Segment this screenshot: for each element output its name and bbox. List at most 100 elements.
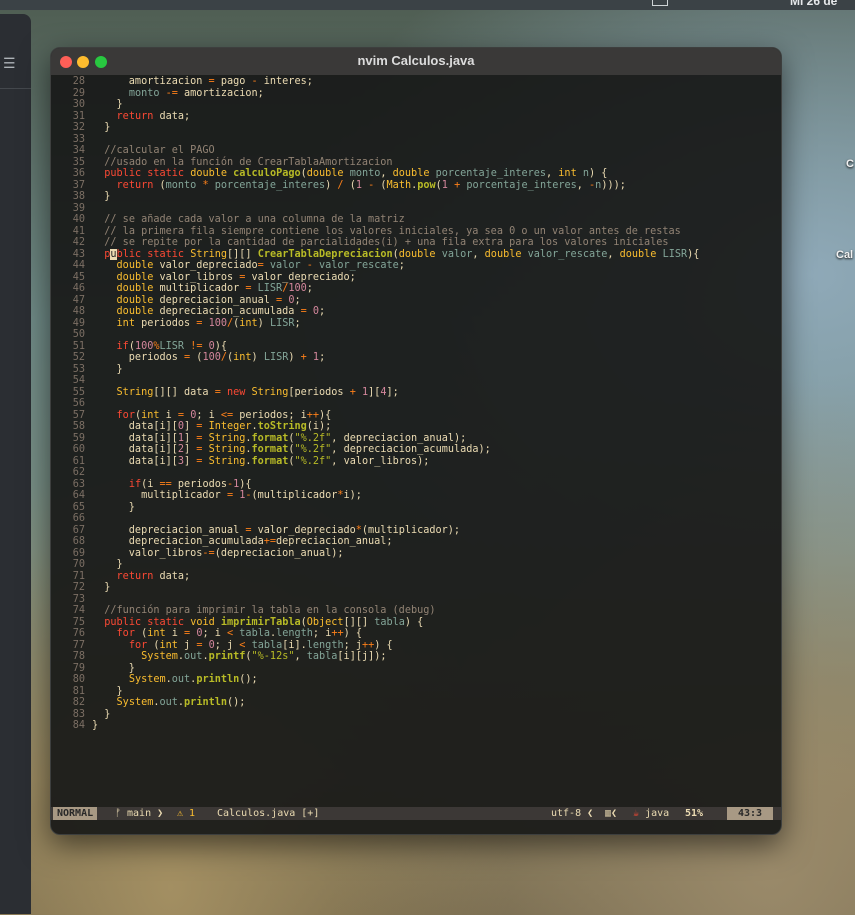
code-line[interactable]: 63 if(i == periodos-1){ <box>51 479 781 491</box>
code-line[interactable]: 42 // se repite por la cantidad de parci… <box>51 237 781 249</box>
code-text[interactable]: for (int j = 0; j < tabla[i].length; j++… <box>92 640 393 652</box>
code-line[interactable]: 84} <box>51 720 781 732</box>
code-line[interactable]: 46 double multiplicador = LISR/100; <box>51 283 781 295</box>
code-text[interactable]: double depreciacion_anual = 0; <box>92 295 301 307</box>
code-line[interactable]: 41 // la primera fila siempre contiene l… <box>51 226 781 238</box>
code-text[interactable]: if(i == periodos-1){ <box>92 479 252 491</box>
desktop-icon-label[interactable]: C <box>846 158 854 170</box>
code-editor[interactable]: 28 amortizacion = pago - interes; 29 mont… <box>51 76 781 732</box>
code-line[interactable]: 62 <box>51 467 781 479</box>
code-text[interactable]: depreciacion_anual = valor_depreciado*(m… <box>92 525 460 537</box>
code-line[interactable]: 80 System.out.println(); <box>51 674 781 686</box>
code-text[interactable]: // se repite por la cantidad de parciali… <box>92 237 668 249</box>
code-line[interactable]: 58 data[i][0] = Integer.toString(i); <box>51 421 781 433</box>
code-text[interactable]: double valor_depreciado= valor - valor_r… <box>92 260 405 272</box>
code-line[interactable]: 31 return data; <box>51 111 781 123</box>
code-text[interactable]: return (monto * porcentaje_interes) / (1… <box>92 180 626 192</box>
code-line[interactable]: 76 for (int i = 0; i < tabla.length; i++… <box>51 628 781 640</box>
code-line[interactable]: 44 double valor_depreciado= valor - valo… <box>51 260 781 272</box>
code-line[interactable]: 52 periodos = (100/(int) LISR) + 1; <box>51 352 781 364</box>
code-line[interactable]: 64 multiplicador = 1-(multiplicador*i); <box>51 490 781 502</box>
code-line[interactable]: 34 //calcular el PAGO <box>51 145 781 157</box>
code-line[interactable]: 32 } <box>51 122 781 134</box>
code-text[interactable]: periodos = (100/(int) LISR) + 1; <box>92 352 325 364</box>
code-line[interactable]: 57 for(int i = 0; i <= periodos; i++){ <box>51 410 781 422</box>
code-text[interactable]: double valor_libros = valor_depreciado; <box>92 272 356 284</box>
code-line[interactable]: 70 } <box>51 559 781 571</box>
code-line[interactable]: 68 depreciacion_acumulada+=depreciacion_… <box>51 536 781 548</box>
code-text[interactable]: for(int i = 0; i <= periodos; i++){ <box>92 410 332 422</box>
code-line[interactable]: 59 data[i][1] = String.format("%.2f", de… <box>51 433 781 445</box>
code-line[interactable]: 29 monto -= amortizacion; <box>51 88 781 100</box>
menubar-date[interactable]: Mi 26 de <box>790 0 837 8</box>
title-bar[interactable]: nvim Calculos.java <box>51 48 781 75</box>
code-text[interactable]: double depreciacion_acumulada = 0; <box>92 306 326 318</box>
code-line[interactable]: 61 data[i][3] = String.format("%.2f", va… <box>51 456 781 468</box>
code-line[interactable]: 45 double valor_libros = valor_depreciad… <box>51 272 781 284</box>
code-line[interactable]: 79 } <box>51 663 781 675</box>
code-text[interactable]: valor_libros-=(depreciacion_anual); <box>92 548 344 560</box>
code-text[interactable]: } <box>92 709 110 721</box>
code-text[interactable]: } <box>92 364 123 376</box>
code-line[interactable]: 71 return data; <box>51 571 781 583</box>
code-text[interactable]: System.out.println(); <box>92 697 246 709</box>
code-line[interactable]: 78 System.out.printf("%-12s", tabla[i][j… <box>51 651 781 663</box>
code-text[interactable]: //usado en la función de CrearTablaAmort… <box>92 157 392 169</box>
code-line[interactable]: 60 data[i][2] = String.format("%.2f", de… <box>51 444 781 456</box>
code-line[interactable]: 67 depreciacion_anual = valor_depreciado… <box>51 525 781 537</box>
code-text[interactable]: } <box>92 663 135 675</box>
code-text[interactable]: } <box>92 559 123 571</box>
code-line[interactable]: 40 // se añade cada valor a una columna … <box>51 214 781 226</box>
code-text[interactable]: System.out.println(); <box>92 674 258 686</box>
code-text[interactable]: return data; <box>92 111 191 123</box>
code-line[interactable]: 50 <box>51 329 781 341</box>
background-window[interactable]: ☰ <box>0 14 31 914</box>
code-text[interactable]: data[i][2] = String.format("%.2f", depre… <box>92 444 491 456</box>
code-text[interactable]: // la primera fila siempre contiene los … <box>92 226 681 238</box>
code-line[interactable]: 53 } <box>51 364 781 376</box>
code-line[interactable]: 43 public static String[][] CrearTablaDe… <box>51 248 781 261</box>
code-text[interactable]: } <box>92 502 135 514</box>
code-text[interactable]: public static void imprimirTabla(Object[… <box>92 617 423 629</box>
code-line[interactable]: 73 <box>51 594 781 606</box>
code-line[interactable]: 28 amortizacion = pago - interes; <box>51 76 781 88</box>
code-line[interactable]: 69 valor_libros-=(depreciacion_anual); <box>51 548 781 560</box>
code-line[interactable]: 77 for (int j = 0; j < tabla[i].length; … <box>51 640 781 652</box>
code-text[interactable]: depreciacion_acumulada+=depreciacion_anu… <box>92 536 393 548</box>
code-line[interactable]: 54 <box>51 375 781 387</box>
code-text[interactable]: amortizacion = pago - interes; <box>92 76 313 88</box>
code-text[interactable]: } <box>92 191 110 203</box>
code-text[interactable]: double multiplicador = LISR/100; <box>92 283 313 295</box>
code-line[interactable]: 38 } <box>51 191 781 203</box>
code-text[interactable]: } <box>92 720 98 732</box>
code-line[interactable]: 39 <box>51 203 781 215</box>
code-line[interactable]: 33 <box>51 134 781 146</box>
code-line[interactable]: 72 } <box>51 582 781 594</box>
code-text[interactable]: data[i][3] = String.format("%.2f", valor… <box>92 456 430 468</box>
code-text[interactable]: data[i][1] = String.format("%.2f", depre… <box>92 433 466 445</box>
code-text[interactable]: System.out.printf("%-12s", tabla[i][j]); <box>92 651 386 663</box>
code-text[interactable]: } <box>92 582 110 594</box>
code-text[interactable]: public static double calculoPago(double … <box>92 168 607 180</box>
terminal-window[interactable]: nvim Calculos.java 28 amortizacion = pag… <box>50 47 782 835</box>
code-line[interactable]: 65 } <box>51 502 781 514</box>
code-text[interactable]: //calcular el PAGO <box>92 145 214 157</box>
code-text[interactable]: return data; <box>92 571 191 583</box>
code-line[interactable]: 37 return (monto * porcentaje_interes) /… <box>51 180 781 192</box>
code-text[interactable]: } <box>92 99 123 111</box>
code-line[interactable]: 51 if(100%LISR != 0){ <box>51 341 781 353</box>
code-line[interactable]: 66 <box>51 513 781 525</box>
code-text[interactable]: if(100%LISR != 0){ <box>92 341 228 353</box>
code-line[interactable]: 83 } <box>51 709 781 721</box>
code-line[interactable]: 36 public static double calculoPago(doub… <box>51 168 781 180</box>
hamburger-icon[interactable]: ☰ <box>3 55 16 72</box>
code-line[interactable]: 81 } <box>51 686 781 698</box>
code-text[interactable]: for (int i = 0; i < tabla.length; i++) { <box>92 628 362 640</box>
code-text[interactable]: data[i][0] = Integer.toString(i); <box>92 421 331 433</box>
desktop-icon-label[interactable]: Cal <box>836 249 853 261</box>
code-text[interactable]: } <box>92 686 123 698</box>
code-text[interactable]: // se añade cada valor a una columna de … <box>92 214 405 226</box>
code-text[interactable]: monto -= amortizacion; <box>92 88 264 100</box>
battery-icon[interactable] <box>652 0 668 6</box>
code-line[interactable]: 56 <box>51 398 781 410</box>
